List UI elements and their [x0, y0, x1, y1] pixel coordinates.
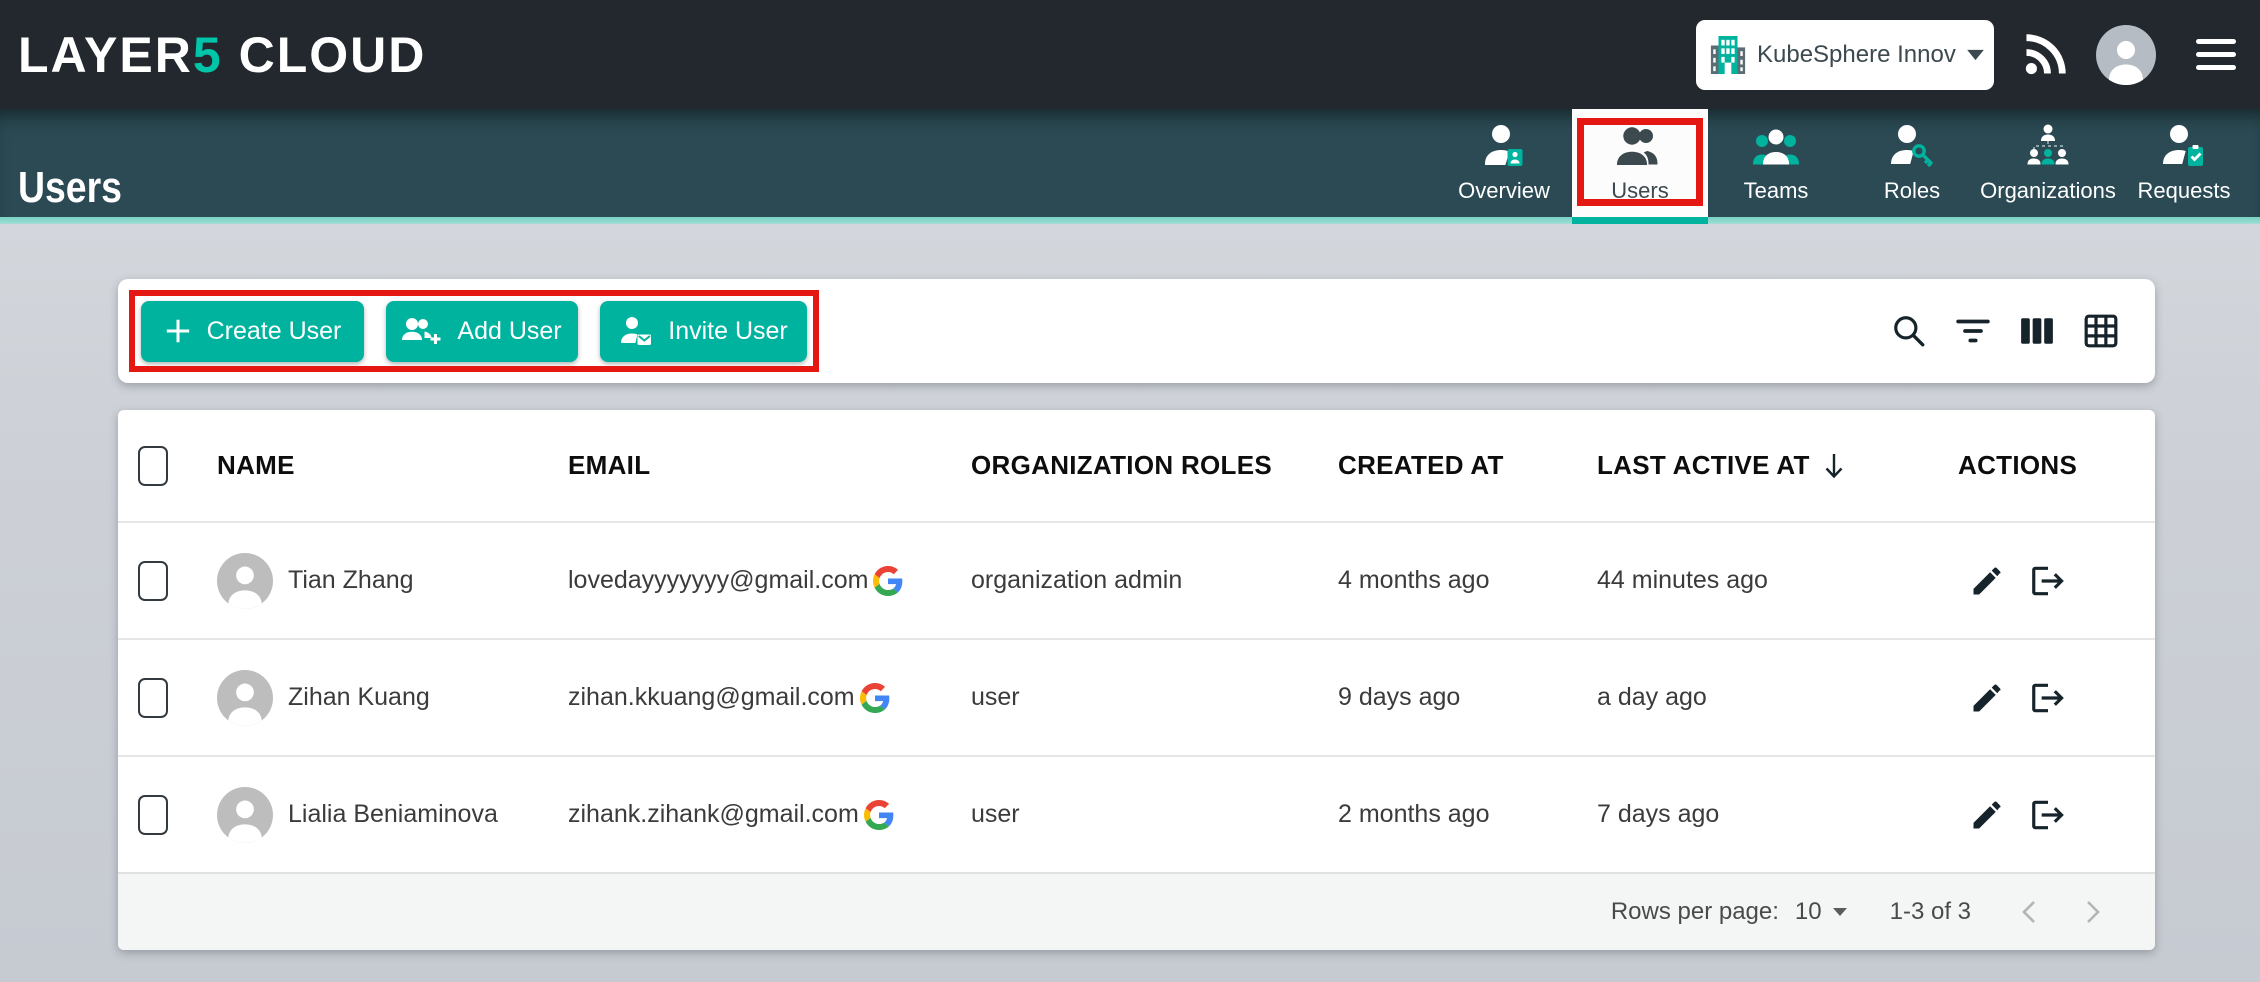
column-header-last-active[interactable]: LAST ACTIVE AT — [1597, 450, 1958, 481]
avatar — [217, 553, 273, 609]
edit-icon[interactable] — [1969, 680, 2005, 716]
table-pagination: Rows per page: 10 1-3 of 3 — [118, 872, 2155, 950]
group-icon — [1752, 123, 1800, 169]
remove-user-icon[interactable] — [2029, 796, 2067, 834]
tab-requests[interactable]: Requests — [2116, 109, 2252, 217]
organization-selector[interactable]: KubeSphere Innov — [1696, 20, 1994, 90]
user-email: lovedayyyyyyy@gmail.com — [568, 566, 868, 595]
org-hierarchy-icon — [2024, 123, 2072, 169]
google-icon — [864, 800, 894, 830]
tab-roles[interactable]: Roles — [1844, 109, 1980, 217]
invite-user-button[interactable]: Invite User — [600, 301, 807, 362]
tab-label: Roles — [1884, 178, 1940, 204]
avatar — [217, 670, 273, 726]
user-avatar[interactable] — [2096, 25, 2156, 85]
tab-label: Requests — [2138, 178, 2231, 204]
pagination-range: 1-3 of 3 — [1890, 898, 1971, 926]
created-at: 9 days ago — [1338, 683, 1460, 711]
add-user-button[interactable]: Add User — [386, 301, 578, 362]
chevron-down-icon — [1832, 907, 1848, 917]
nav-accent-line — [0, 217, 2260, 224]
tab-organizations[interactable]: Organizations — [1980, 109, 2116, 217]
grid-icon[interactable] — [2083, 313, 2119, 349]
rows-per-page-select[interactable]: 10 — [1795, 898, 1848, 926]
page-nav: Users Overview Users — [0, 109, 2260, 217]
table-header-row: NAME EMAIL ORGANIZATION ROLES CREATED AT… — [118, 410, 2155, 521]
filter-icon[interactable] — [1955, 313, 1991, 349]
tab-label: Users — [1611, 178, 1668, 204]
column-header-actions: ACTIONS — [1958, 450, 2155, 481]
user-email: zihank.zihank@gmail.com — [568, 800, 859, 829]
tab-label: Overview — [1458, 178, 1550, 204]
sort-desc-icon[interactable] — [1822, 451, 1846, 481]
menu-icon[interactable] — [2196, 39, 2236, 70]
org-roles: user — [971, 683, 1020, 711]
person-icon — [2096, 25, 2156, 85]
table-row: Zihan Kuang zihan.kkuang@gmail.com user … — [118, 638, 2155, 755]
user-name: Zihan Kuang — [288, 683, 430, 712]
next-page-icon[interactable] — [2079, 899, 2105, 925]
org-roles: organization admin — [971, 566, 1182, 594]
person-mail-icon — [619, 315, 653, 347]
tab-overview[interactable]: Overview — [1436, 109, 1572, 217]
users-table: NAME EMAIL ORGANIZATION ROLES CREATED AT… — [118, 410, 2155, 950]
google-icon — [873, 566, 903, 596]
user-name: Lialia Beniaminova — [288, 800, 498, 829]
remove-user-icon[interactable] — [2029, 562, 2067, 600]
layer5-cloud-logo: LAYER5 CLOUD — [18, 26, 426, 84]
chevron-down-icon — [1966, 49, 1985, 61]
created-at: 4 months ago — [1338, 566, 1490, 594]
person-key-icon — [1888, 123, 1936, 169]
column-header-org-roles[interactable]: ORGANIZATION ROLES — [971, 450, 1338, 481]
person-badge-icon — [1481, 123, 1527, 169]
search-icon[interactable] — [1891, 313, 1927, 349]
page-title: Users — [18, 163, 122, 213]
select-all-checkbox[interactable] — [138, 446, 168, 486]
organization-name: KubeSphere Innov — [1757, 41, 1956, 69]
create-user-button[interactable]: Create User — [141, 301, 364, 362]
table-toolbar: Create User Add User — [118, 279, 2155, 383]
tab-teams[interactable]: Teams — [1708, 109, 1844, 217]
column-header-name[interactable]: NAME — [217, 450, 568, 481]
tab-label: Organizations — [1980, 178, 2116, 204]
user-email: zihan.kkuang@gmail.com — [568, 683, 855, 712]
google-icon — [860, 683, 890, 713]
person-clipboard-icon — [2160, 123, 2208, 169]
edit-icon[interactable] — [1969, 797, 2005, 833]
main-content: Create User Add User — [0, 224, 2260, 950]
columns-icon[interactable] — [2019, 313, 2055, 349]
previous-page-icon[interactable] — [2017, 899, 2043, 925]
people-icon — [1616, 123, 1664, 169]
rows-per-page-label: Rows per page: — [1611, 898, 1779, 926]
org-roles: user — [971, 800, 1020, 828]
tab-label: Teams — [1744, 178, 1809, 204]
row-checkbox[interactable] — [138, 795, 168, 835]
person-icon — [217, 553, 273, 609]
top-bar: LAYER5 CLOUD KubeSphere Innov — [0, 0, 2260, 109]
column-header-created-at[interactable]: CREATED AT — [1338, 450, 1597, 481]
avatar — [217, 787, 273, 843]
row-checkbox[interactable] — [138, 678, 168, 718]
group-add-icon — [402, 315, 442, 347]
remove-user-icon[interactable] — [2029, 679, 2067, 717]
last-active-at: 44 minutes ago — [1597, 566, 1768, 594]
edit-icon[interactable] — [1969, 563, 2005, 599]
tab-users[interactable]: Users — [1572, 109, 1708, 217]
last-active-at: 7 days ago — [1597, 800, 1719, 828]
created-at: 2 months ago — [1338, 800, 1490, 828]
user-name: Tian Zhang — [288, 566, 414, 595]
column-header-email[interactable]: EMAIL — [568, 450, 971, 481]
person-icon — [217, 670, 273, 726]
plus-icon — [164, 317, 192, 345]
rss-icon[interactable] — [2024, 34, 2066, 76]
table-row: Tian Zhang lovedayyyyyyy@gmail.com organ… — [118, 521, 2155, 638]
row-checkbox[interactable] — [138, 561, 168, 601]
logo-five: 5 — [193, 27, 223, 83]
nav-tabs: Overview Users Teams — [1436, 109, 2260, 217]
last-active-at: a day ago — [1597, 683, 1707, 711]
building-icon — [1709, 34, 1747, 76]
person-icon — [217, 787, 273, 843]
table-row: Lialia Beniaminova zihank.zihank@gmail.c… — [118, 755, 2155, 872]
